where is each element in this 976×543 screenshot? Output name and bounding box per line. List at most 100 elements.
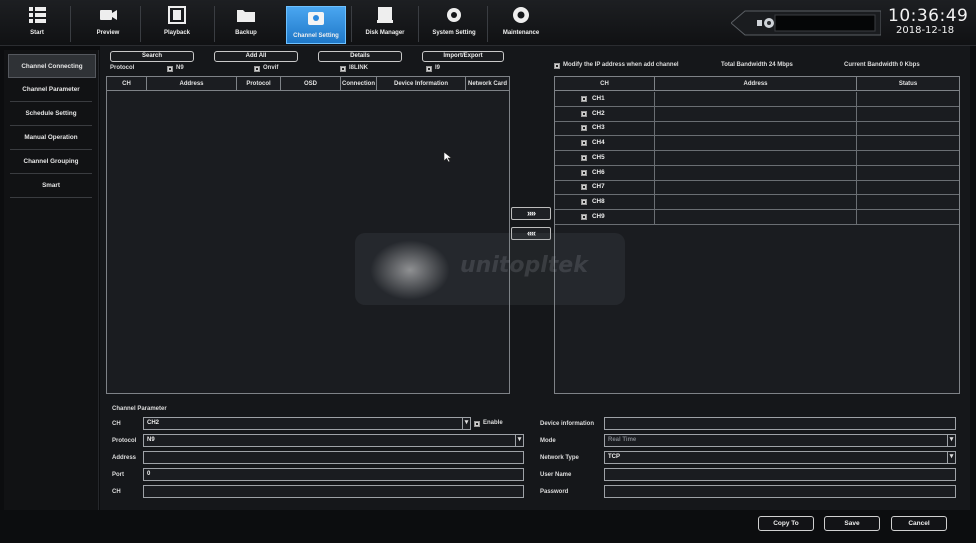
channel-checkbox[interactable] [581,154,587,161]
column-header-protocol[interactable]: Protocol [237,77,281,91]
ch-cell [555,92,655,107]
nav-channel-setting[interactable]: Channel Setting [286,6,346,44]
address-cell [655,194,857,210]
sidebar-item-manual-operation[interactable]: Manual Operation [10,126,92,150]
protocol-i8link-checkbox[interactable] [340,66,346,72]
table-row[interactable]: CH6 [555,165,959,181]
table-row[interactable]: CH8 [555,194,959,210]
status-cell [857,166,959,181]
address-field[interactable] [143,451,524,464]
sidebar-item-channel-parameter[interactable]: Channel Parameter [10,78,92,102]
table-row[interactable]: CH5 [555,150,959,166]
nav-backup[interactable]: Backup [226,4,266,44]
channel-checkbox[interactable] [581,184,587,191]
column-header-ch[interactable]: CH [555,77,655,91]
column-header-address[interactable]: Address [147,77,237,91]
protocol-n9-checkbox[interactable] [167,66,173,72]
address-cell [655,92,857,107]
nav-label: Disk Manager [365,30,405,36]
mode-select[interactable]: Real Time ▾ [604,434,956,447]
user-name-field[interactable] [604,468,956,481]
modify-ip-label: Modify the IP address when add channel [563,62,679,68]
channel-checkbox[interactable] [581,198,587,205]
sidebar-item-schedule-setting[interactable]: Schedule Setting [10,102,92,126]
details-button[interactable]: Details [318,51,402,62]
password-field[interactable] [604,485,956,498]
channel-checkbox[interactable] [581,125,587,132]
menu-icon [29,7,46,23]
ch-select[interactable]: CH2 ▾ [143,417,471,430]
nav-system-setting[interactable]: System Setting [428,4,480,44]
address-cell [655,121,857,137]
status-indicator[interactable] [731,10,881,36]
nav-divider [487,6,488,42]
table-row[interactable]: CH2 [555,106,959,122]
ch-select-value: CH2 [147,420,160,426]
channel-checkbox[interactable] [581,96,587,102]
add-channel-button[interactable]: »» [511,207,551,220]
copy-to-button[interactable]: Copy To [758,516,814,531]
channel-name: CH5 [592,153,605,161]
port-field[interactable]: 0 [143,468,524,481]
cancel-button[interactable]: Cancel [891,516,947,531]
table-row[interactable]: CH7 [555,180,959,196]
column-header-ch[interactable]: CH [107,77,147,91]
search-button[interactable]: Search [110,51,194,62]
sidebar-item-channel-connecting[interactable]: Channel Connecting [8,54,96,78]
channel-checkbox[interactable] [581,110,587,117]
chevron-down-icon: ▾ [947,435,955,446]
table-row[interactable]: CH3 [555,121,959,137]
nav-preview[interactable]: Preview [88,4,128,44]
channel-checkbox[interactable] [581,213,587,220]
port-label: Port [112,472,124,478]
mode-select-value: Real Time [608,437,637,443]
protocol-onvif-label: Onvif [263,65,279,71]
ch-field-label: CH [112,489,121,495]
modify-ip-checkbox[interactable] [554,63,560,69]
ch-field[interactable] [143,485,524,498]
nav-playback[interactable]: Playback [155,4,199,44]
import-export-button[interactable]: Import/Export [422,51,504,62]
total-bandwidth: Total Bandwidth 24 Mbps [721,62,793,68]
chevron-down-icon: ▾ [947,452,955,463]
status-cell [857,107,959,122]
top-nav-bar: Start Preview Playback Backup Channel Se… [0,0,976,46]
nav-maintenance[interactable]: Maintenance [496,4,546,44]
sidebar-item-channel-grouping[interactable]: Channel Grouping [10,150,92,174]
add-all-button[interactable]: Add All [214,51,298,62]
nav-divider [418,6,419,42]
table-row[interactable]: CH1 [555,92,959,107]
enable-checkbox[interactable] [474,421,480,427]
sidebar-item-smart[interactable]: Smart [10,174,92,198]
column-header-address[interactable]: Address [655,77,857,91]
column-header-device-information[interactable]: Device Information [377,77,466,91]
channel-checkbox[interactable] [581,140,587,147]
protocol-n9-label: N9 [176,65,184,71]
nav-disk-manager[interactable]: Disk Manager [360,4,410,44]
channel-name: CH3 [592,124,605,132]
channel-name: CH6 [592,168,605,176]
ch-label: CH [112,421,121,427]
channel-name: CH2 [592,109,605,117]
channel-name: CH7 [592,183,605,191]
network-type-select[interactable]: TCP ▾ [604,451,956,464]
table-row[interactable]: CH4 [555,136,959,152]
column-header-network-card[interactable]: Network Card [466,77,509,91]
column-header-osd[interactable]: OSD [281,77,341,91]
channel-checkbox[interactable] [581,169,587,176]
device-information-field[interactable] [604,417,956,430]
column-header-connection[interactable]: Connection [341,77,377,91]
protocol-select[interactable]: N9 ▾ [143,434,524,447]
protocol-i9-checkbox[interactable] [426,66,432,72]
status-cell [857,180,959,195]
table-row[interactable]: CH9 [555,209,959,225]
nav-label: Channel Setting [293,33,339,39]
column-header-status[interactable]: Status [857,77,959,91]
protocol-onvif-checkbox[interactable] [254,66,260,72]
save-button[interactable]: Save [824,516,880,531]
channel-name: CH1 [592,95,605,102]
ch-cell [555,209,655,225]
status-cell [857,210,959,225]
device-information-label: Device information [540,421,595,427]
nav-start[interactable]: Start [22,4,52,44]
